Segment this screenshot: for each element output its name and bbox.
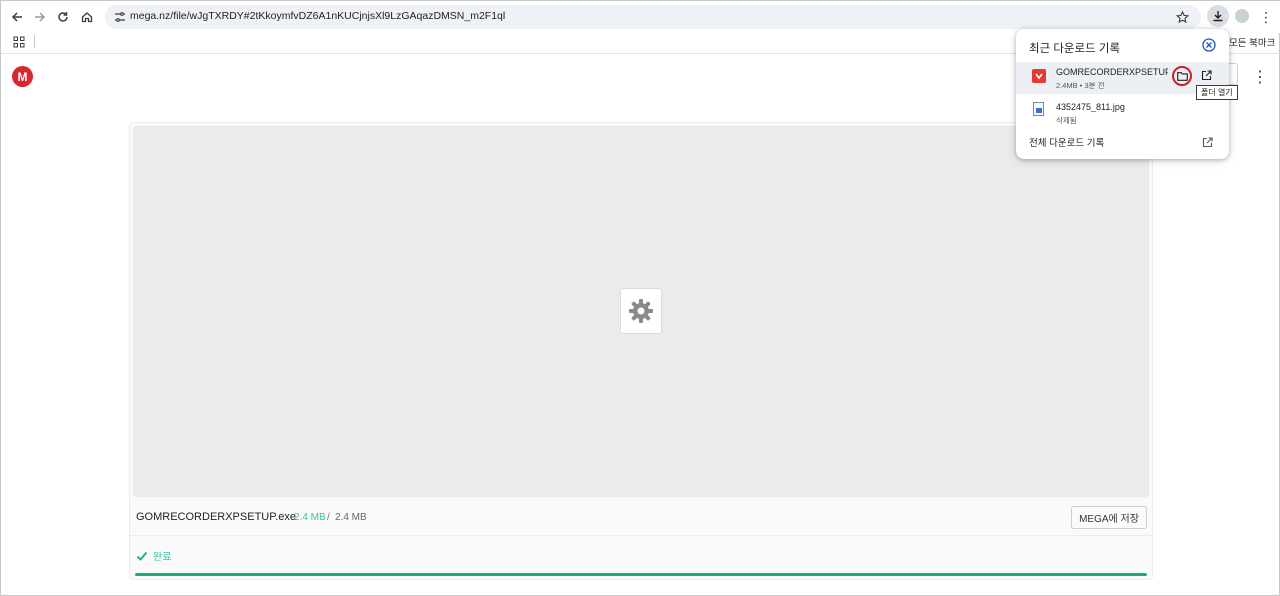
check-icon: [136, 549, 148, 561]
total-size: 2.4 MB: [335, 512, 367, 523]
progress-fill: [135, 573, 1147, 576]
open-external-icon[interactable]: [1202, 135, 1214, 148]
apps-grid-icon[interactable]: [13, 35, 25, 48]
all-downloads-link[interactable]: 전체 다운로드 기록: [1029, 135, 1104, 149]
open-external-icon[interactable]: [1199, 68, 1213, 82]
settings-gear-icon: [620, 288, 662, 334]
profile-avatar[interactable]: [1235, 9, 1249, 23]
mega-logo[interactable]: M: [12, 66, 33, 87]
image-file-icon: [1033, 102, 1044, 116]
progress-bar: [135, 573, 1147, 576]
folder-icon[interactable]: [1172, 66, 1192, 86]
browser-window: mega.nz/file/wJgTXRDY#2tKkoymfvDZ6A1nKUC…: [0, 0, 1280, 596]
download-item-meta: 삭제됨: [1056, 116, 1077, 125]
download-item[interactable]: 4352475_811.jpg 삭제됨: [1016, 97, 1229, 127]
reload-icon[interactable]: [53, 7, 73, 27]
file-preview: [133, 126, 1149, 497]
tune-icon[interactable]: [112, 9, 128, 25]
save-to-mega-button[interactable]: MEGA에 저장: [1071, 506, 1147, 529]
download-item-meta: 2.4MB • 3분 전: [1056, 81, 1105, 90]
download-item-name: GOMRECORDERXPSETUP.EXE: [1056, 67, 1168, 77]
card-divider: [130, 535, 1152, 536]
open-folder-tooltip: 폴더 열기: [1196, 85, 1238, 100]
downloaded-size: 2.4 MB: [294, 512, 326, 523]
downloads-panel-title: 최근 다운로드 기록: [1029, 43, 1121, 55]
file-card: GOMRECORDERXPSETUP.exe 2.4 MB / 2.4 MB M…: [129, 122, 1153, 580]
all-bookmarks-link[interactable]: 모든 북마크: [1229, 35, 1275, 49]
page-menu-icon[interactable]: ⋮: [1252, 67, 1268, 87]
back-arrow-icon[interactable]: [7, 7, 27, 27]
url-text: mega.nz/file/wJgTXRDY#2tKkoymfvDZ6A1nKUC…: [130, 10, 506, 22]
bookmarks-separator: [34, 35, 35, 48]
page-header-button[interactable]: [1229, 63, 1238, 85]
kebab-menu-icon[interactable]: ⋮: [1259, 7, 1273, 27]
forward-arrow-icon[interactable]: [30, 7, 50, 27]
exe-file-icon: [1032, 69, 1046, 83]
download-status: 완료: [153, 552, 172, 563]
download-item-name: 4352475_811.jpg: [1056, 102, 1125, 112]
size-separator: /: [327, 512, 330, 523]
address-bar[interactable]: mega.nz/file/wJgTXRDY#2tKkoymfvDZ6A1nKUC…: [105, 5, 1201, 29]
home-icon[interactable]: [77, 7, 97, 27]
download-icon[interactable]: [1207, 5, 1229, 27]
star-icon[interactable]: [1173, 8, 1191, 26]
close-icon[interactable]: [1202, 38, 1216, 52]
file-name: GOMRECORDERXPSETUP.exe: [136, 511, 296, 523]
